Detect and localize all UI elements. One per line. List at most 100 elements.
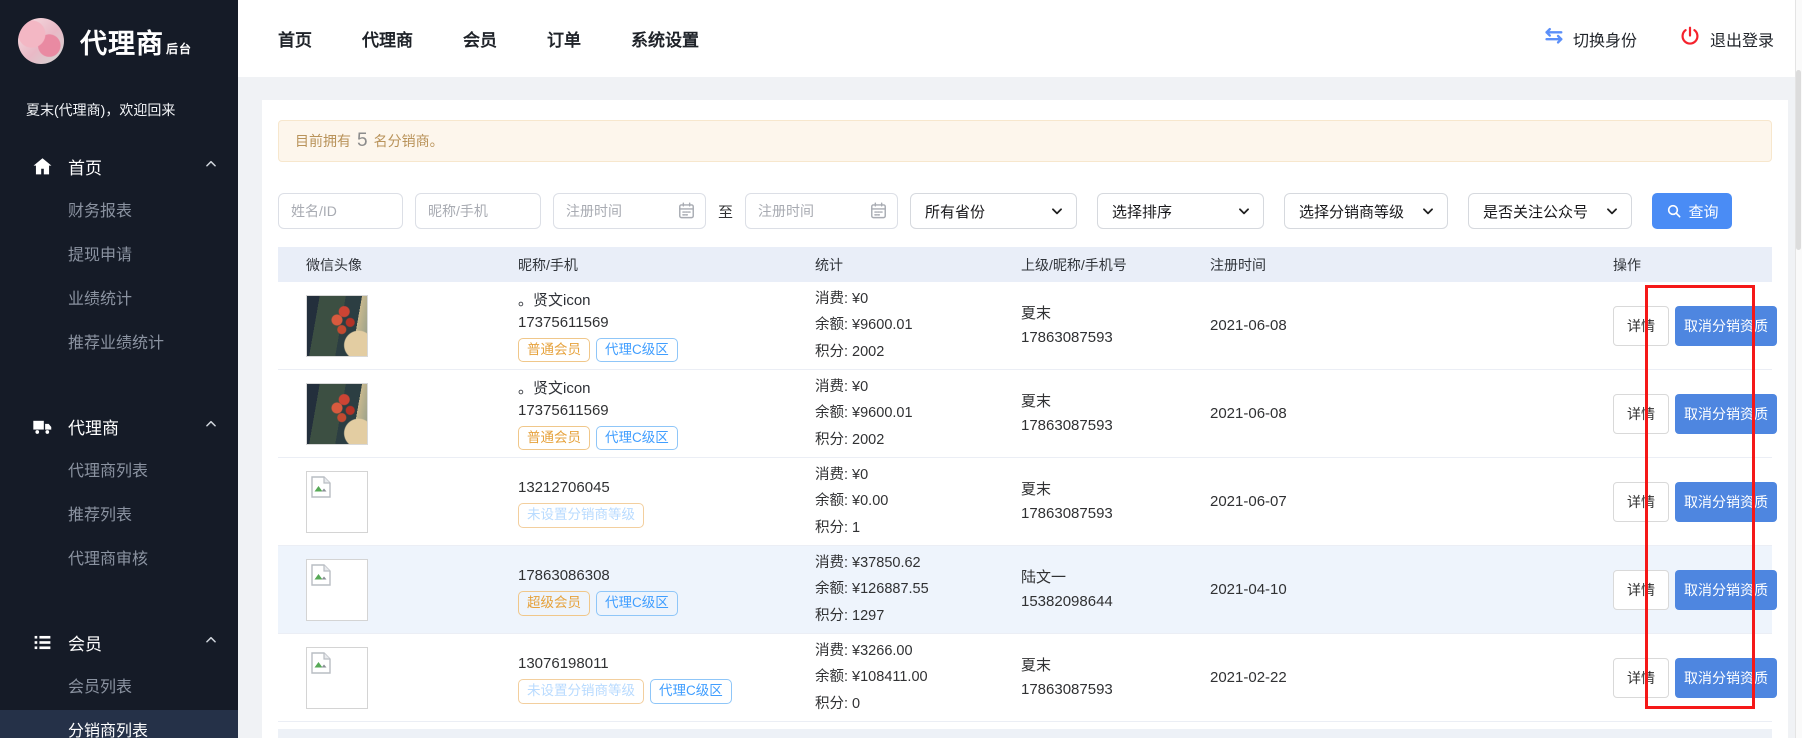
power-icon	[1679, 25, 1701, 52]
member-tags: 超级会员代理C级区	[518, 591, 815, 615]
sidebar-item[interactable]: 财务报表	[0, 190, 238, 234]
stats-cell: 消费: ¥37850.62余额: ¥126887.55积分: 1297	[815, 550, 1021, 628]
member-level-tag: 未设置分销商等级	[518, 679, 644, 703]
topnav-item[interactable]: 代理商	[362, 26, 413, 51]
chevron-up-icon	[204, 416, 218, 436]
consume-stat: 消费: ¥0	[815, 374, 1021, 400]
notice-suffix: 名分销商。	[374, 131, 444, 151]
sidebar-item[interactable]: 推荐列表	[0, 494, 238, 538]
member-tags: 未设置分销商等级代理C级区	[518, 679, 815, 703]
member-tags: 未设置分销商等级	[518, 503, 815, 527]
regtime-start-input[interactable]	[553, 193, 706, 229]
logo-suffix-text: 后台	[166, 42, 192, 56]
cancel-distribution-button[interactable]: 取消分销资质	[1675, 306, 1777, 346]
col-header-nick-phone: 昵称/手机	[518, 255, 815, 275]
sidebar-group-head[interactable]: 代理商	[0, 402, 238, 450]
cancel-distribution-button[interactable]: 取消分销资质	[1675, 394, 1777, 434]
parent-phone: 17863087593	[1021, 414, 1210, 438]
chevron-down-icon	[1605, 204, 1619, 218]
col-header-stats: 统计	[815, 255, 1021, 275]
sidebar-item[interactable]: 会员列表	[0, 666, 238, 710]
parent-name: 夏末	[1021, 654, 1210, 678]
notice-prefix: 目前拥有	[295, 131, 351, 151]
scrollbar-thumb[interactable]	[1796, 70, 1801, 250]
parent-phone: 17863087593	[1021, 326, 1210, 350]
logo-title: 代理商后台	[80, 22, 192, 61]
sidebar-group-head[interactable]: 会员	[0, 618, 238, 666]
swap-arrows-icon	[1542, 25, 1564, 52]
sidebar-item[interactable]: 业绩统计	[0, 278, 238, 322]
table-row: 17863086308 超级会员代理C级区消费: ¥37850.62余额: ¥12…	[278, 546, 1772, 634]
search-button[interactable]: 查询	[1652, 193, 1732, 229]
logout-label: 退出登录	[1710, 27, 1774, 51]
detail-button[interactable]: 详情	[1613, 394, 1669, 434]
search-icon	[1666, 203, 1682, 219]
province-select[interactable]: 所有省份	[910, 193, 1077, 229]
table-body: 。贤文icon17375611569普通会员代理C级区消费: ¥0余额: ¥96…	[278, 282, 1772, 722]
parent-name: 夏末	[1021, 302, 1210, 326]
wechat-avatar-image	[306, 295, 368, 357]
sidebar-group-label: 会员	[68, 630, 204, 655]
cancel-distribution-button[interactable]: 取消分销资质	[1675, 570, 1777, 610]
member-tags: 普通会员代理C级区	[518, 338, 815, 362]
switch-identity-label: 切换身份	[1573, 27, 1637, 51]
broken-avatar-image	[306, 559, 368, 621]
sidebar-group-label: 代理商	[68, 414, 204, 439]
logout-button[interactable]: 退出登录	[1679, 25, 1774, 52]
avatar-cell	[306, 471, 518, 533]
menu-gap	[0, 366, 238, 392]
table-row: 13212706045未设置分销商等级消费: ¥0余额: ¥0.00积分: 1夏…	[278, 458, 1772, 546]
detail-button[interactable]: 详情	[1613, 570, 1669, 610]
stats-cell: 消费: ¥3266.00余额: ¥108411.00积分: 0	[815, 638, 1021, 716]
sidebar-group: 会员会员列表分销商列表	[0, 618, 238, 738]
broken-avatar-image	[306, 471, 368, 533]
detail-button[interactable]: 详情	[1613, 306, 1669, 346]
stats-cell: 消费: ¥0余额: ¥9600.01积分: 2002	[815, 374, 1021, 452]
nick-phone-cell: 。贤文icon17375611569普通会员代理C级区	[518, 377, 815, 450]
member-phone: 13076198011	[518, 655, 815, 672]
sort-select[interactable]: 选择排序	[1097, 193, 1264, 229]
name-id-input[interactable]	[278, 193, 403, 229]
sidebar-item[interactable]: 分销商列表	[0, 710, 238, 738]
table-row: 。贤文icon17375611569普通会员代理C级区消费: ¥0余额: ¥96…	[278, 370, 1772, 458]
switch-identity-button[interactable]: 切换身份	[1542, 25, 1637, 52]
table-header-row: 微信头像 昵称/手机 统计 上级/昵称/手机号 注册时间 操作	[278, 247, 1772, 282]
topnav-item[interactable]: 系统设置	[631, 26, 699, 51]
sidebar-item[interactable]: 推荐业绩统计	[0, 322, 238, 366]
sidebar-item[interactable]: 代理商审核	[0, 538, 238, 582]
follow-official-account-select-value: 是否关注公众号	[1483, 201, 1595, 222]
regtime-end-input[interactable]	[745, 193, 898, 229]
home-icon	[30, 154, 54, 178]
distributor-level-select[interactable]: 选择分销商等级	[1284, 193, 1448, 229]
topnav-item[interactable]: 订单	[547, 26, 581, 51]
nick-phone-input[interactable]	[415, 193, 541, 229]
topnav-item[interactable]: 首页	[278, 26, 312, 51]
parent-cell: 夏末17863087593	[1021, 478, 1210, 526]
distributor-table: 微信头像 昵称/手机 统计 上级/昵称/手机号 注册时间 操作 。贤文icon1…	[278, 247, 1772, 722]
parent-name: 夏末	[1021, 390, 1210, 414]
filter-bar: 至 所有省份 选择排序	[278, 193, 1772, 229]
cancel-distribution-button[interactable]: 取消分销资质	[1675, 658, 1777, 698]
vertical-scrollbar[interactable]	[1795, 0, 1802, 738]
topnav-item[interactable]: 会员	[463, 26, 497, 51]
detail-button[interactable]: 详情	[1613, 482, 1669, 522]
chevron-down-icon	[1050, 204, 1064, 218]
sidebar-item[interactable]: 提现申请	[0, 234, 238, 278]
province-select-value: 所有省份	[925, 201, 1040, 222]
parent-cell: 夏末17863087593	[1021, 390, 1210, 438]
logo: 代理商后台	[0, 0, 238, 64]
member-phone: 17863086308	[518, 567, 815, 584]
member-tags: 普通会员代理C级区	[518, 426, 815, 450]
table-row: 。贤文icon17375611569普通会员代理C级区消费: ¥0余额: ¥96…	[278, 282, 1772, 370]
parent-phone: 15382098644	[1021, 590, 1210, 614]
detail-button[interactable]: 详情	[1613, 658, 1669, 698]
avatar-cell	[306, 559, 518, 621]
sidebar-menu: 首页财务报表提现申请业绩统计推荐业绩统计代理商代理商列表推荐列表代理商审核会员会…	[0, 142, 238, 738]
sidebar-item[interactable]: 代理商列表	[0, 450, 238, 494]
follow-official-account-select[interactable]: 是否关注公众号	[1468, 193, 1632, 229]
sidebar-group-head[interactable]: 首页	[0, 142, 238, 190]
balance-stat: 余额: ¥9600.01	[815, 312, 1021, 338]
actions-cell: 详情取消分销资质	[1613, 658, 1777, 698]
parent-phone: 17863087593	[1021, 678, 1210, 702]
cancel-distribution-button[interactable]: 取消分销资质	[1675, 482, 1777, 522]
